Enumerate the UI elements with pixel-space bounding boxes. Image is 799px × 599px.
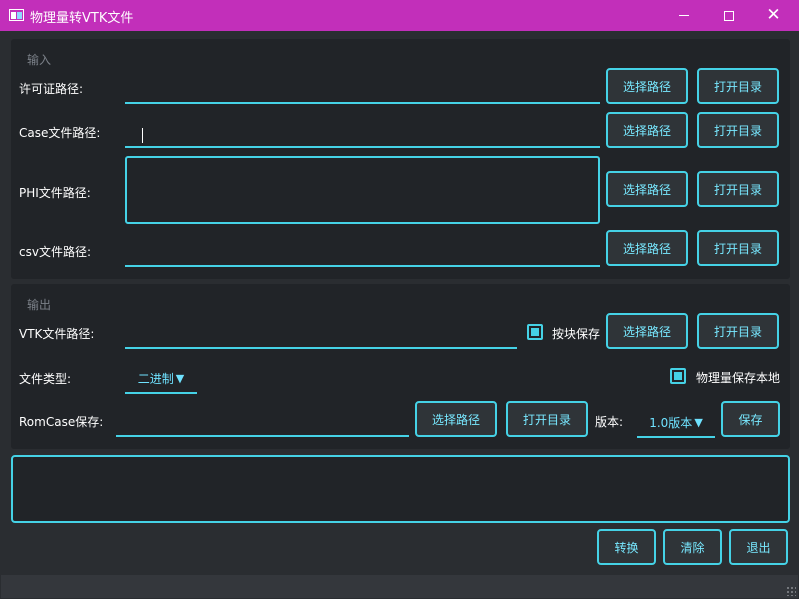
csv-open-dir-button[interactable]: 打开目录 [697,230,779,266]
close-button[interactable]: ✕ [751,0,796,31]
version-select[interactable]: 1.0版本 ▼ [637,408,715,438]
main-window: 输入 许可证路径: 选择路径 打开目录 Case文件路径: 选择路径 打开目录 … [1,31,798,598]
title-bar: 物理量转VTK文件 ✕ [0,0,799,31]
romcase-path-input[interactable] [116,415,409,437]
case-path-label: Case文件路径: [19,126,101,140]
license-path-label: 许可证路径: [19,82,84,96]
resize-grip-icon[interactable] [786,586,796,596]
file-type-value: 二进制 [137,371,174,386]
convert-button[interactable]: 转换 [597,529,656,565]
local-save-checkbox[interactable] [670,368,686,384]
save-button[interactable]: 保存 [721,401,780,437]
output-group-title: 输出 [27,298,52,312]
vtk-select-path-button[interactable]: 选择路径 [606,313,688,349]
vtk-path-label: VTK文件路径: [19,327,95,341]
dropdown-arrow-icon: ▼ [175,371,185,385]
dropdown-arrow-icon: ▼ [694,415,703,429]
local-save-label: 物理量保存本地 [696,371,781,385]
csv-path-input[interactable] [125,245,600,267]
phi-path-input[interactable] [125,156,600,224]
case-path-input[interactable] [125,126,600,148]
status-bar [1,575,798,598]
romcase-label: RomCase保存: [19,415,104,429]
phi-path-label: PHI文件路径: [19,186,91,200]
exit-button[interactable]: 退出 [729,529,788,565]
minimize-icon [678,15,689,16]
license-select-path-button[interactable]: 选择路径 [606,68,688,104]
block-save-label: 按块保存 [552,327,601,341]
phi-open-dir-button[interactable]: 打开目录 [697,171,779,207]
log-output[interactable] [11,455,790,523]
csv-path-label: csv文件路径: [19,245,91,259]
window-title: 物理量转VTK文件 [30,11,134,26]
case-select-path-button[interactable]: 选择路径 [606,112,688,148]
maximize-icon [723,10,734,21]
app-icon [9,9,24,21]
input-group: 输入 许可证路径: 选择路径 打开目录 Case文件路径: 选择路径 打开目录 … [11,39,790,279]
file-type-label: 文件类型: [19,372,72,386]
maximize-button[interactable] [706,0,751,31]
romcase-open-dir-button[interactable]: 打开目录 [506,401,588,437]
csv-select-path-button[interactable]: 选择路径 [606,230,688,266]
license-open-dir-button[interactable]: 打开目录 [697,68,779,104]
phi-select-path-button[interactable]: 选择路径 [606,171,688,207]
input-group-title: 输入 [27,53,52,67]
version-value: 1.0版本 [649,415,693,430]
block-save-checkbox[interactable] [527,324,543,340]
file-type-select[interactable]: 二进制 ▼ [125,364,197,394]
version-label: 版本: [595,415,624,429]
close-icon: ✕ [766,5,781,25]
text-caret [142,128,143,143]
romcase-select-path-button[interactable]: 选择路径 [415,401,497,437]
minimize-button[interactable] [661,0,706,31]
clear-button[interactable]: 清除 [663,529,722,565]
vtk-open-dir-button[interactable]: 打开目录 [697,313,779,349]
case-open-dir-button[interactable]: 打开目录 [697,112,779,148]
license-path-input[interactable] [125,82,600,104]
vtk-path-input[interactable] [125,327,517,349]
output-group: 输出 VTK文件路径: 按块保存 选择路径 打开目录 文件类型: 二进制 ▼ 物理… [11,284,790,449]
